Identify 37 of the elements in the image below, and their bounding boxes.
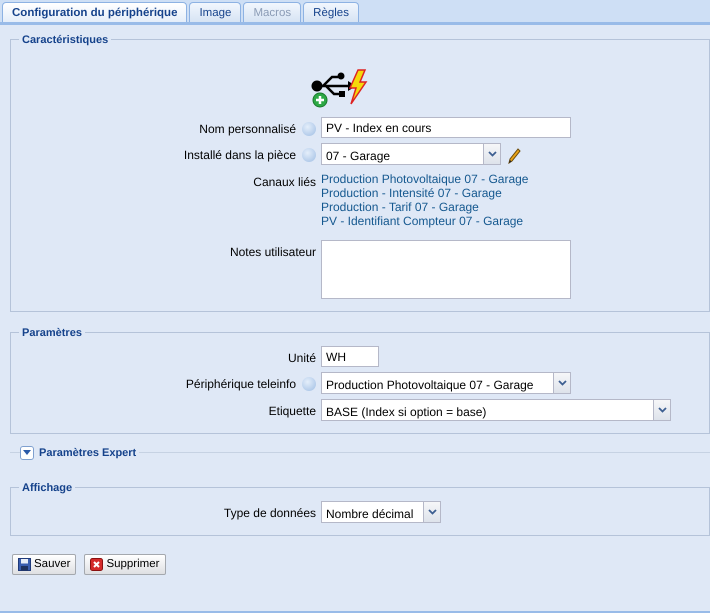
text-field[interactable]: PV - Index en cours [321, 117, 571, 138]
field-label: Notes utilisateur [230, 244, 316, 261]
caret-icon [558, 380, 566, 386]
help-icon[interactable] [302, 148, 316, 162]
select-field[interactable]: Production Photovoltaique 07 - Garage [321, 372, 571, 394]
select-field[interactable]: BASE (Index si option = base) [321, 399, 671, 421]
save-button[interactable]: Sauver [12, 554, 76, 576]
channel-link[interactable]: Production - Intensité 07 - Garage [321, 186, 502, 200]
field-label: Etiquette [268, 403, 316, 420]
field-label: Périphérique teleinfo [186, 376, 296, 393]
caret-icon [428, 509, 436, 515]
tab[interactable]: Configuration du périphérique [2, 2, 188, 22]
help-icon[interactable] [302, 377, 316, 391]
delete-button[interactable]: Supprimer [84, 554, 166, 576]
caret-icon [23, 450, 31, 456]
select-field[interactable]: 07 - Garage [321, 143, 501, 165]
channel-link[interactable]: Production - Tarif 07 - Garage [321, 200, 479, 214]
expand-toggle[interactable] [20, 446, 34, 460]
caret-icon [488, 151, 496, 157]
channel-link[interactable]: PV - Identifiant Compteur 07 - Garage [321, 214, 524, 228]
tab[interactable]: Image [189, 2, 242, 22]
help-icon[interactable] [302, 122, 316, 136]
notes-field[interactable] [321, 240, 571, 299]
text-field[interactable]: WH [321, 346, 379, 367]
field-label: Type de données [224, 505, 316, 522]
field-label: Unité [288, 350, 316, 367]
select-field[interactable]: Nombre décimal [321, 501, 441, 523]
tab[interactable]: Règles [303, 2, 359, 22]
field-label: Nom personnalisé [199, 121, 296, 138]
section-title: Affichage [19, 480, 76, 496]
close-icon [90, 558, 104, 572]
field-label: Canaux liés [253, 174, 316, 191]
caret-icon [658, 407, 666, 413]
pencil-icon[interactable] [507, 146, 521, 162]
channel-link[interactable]: Production Photovoltaique 07 - Garage [321, 172, 528, 186]
section-title: Caractéristiques [19, 32, 112, 48]
field-label: Installé dans la pièce [184, 147, 296, 164]
